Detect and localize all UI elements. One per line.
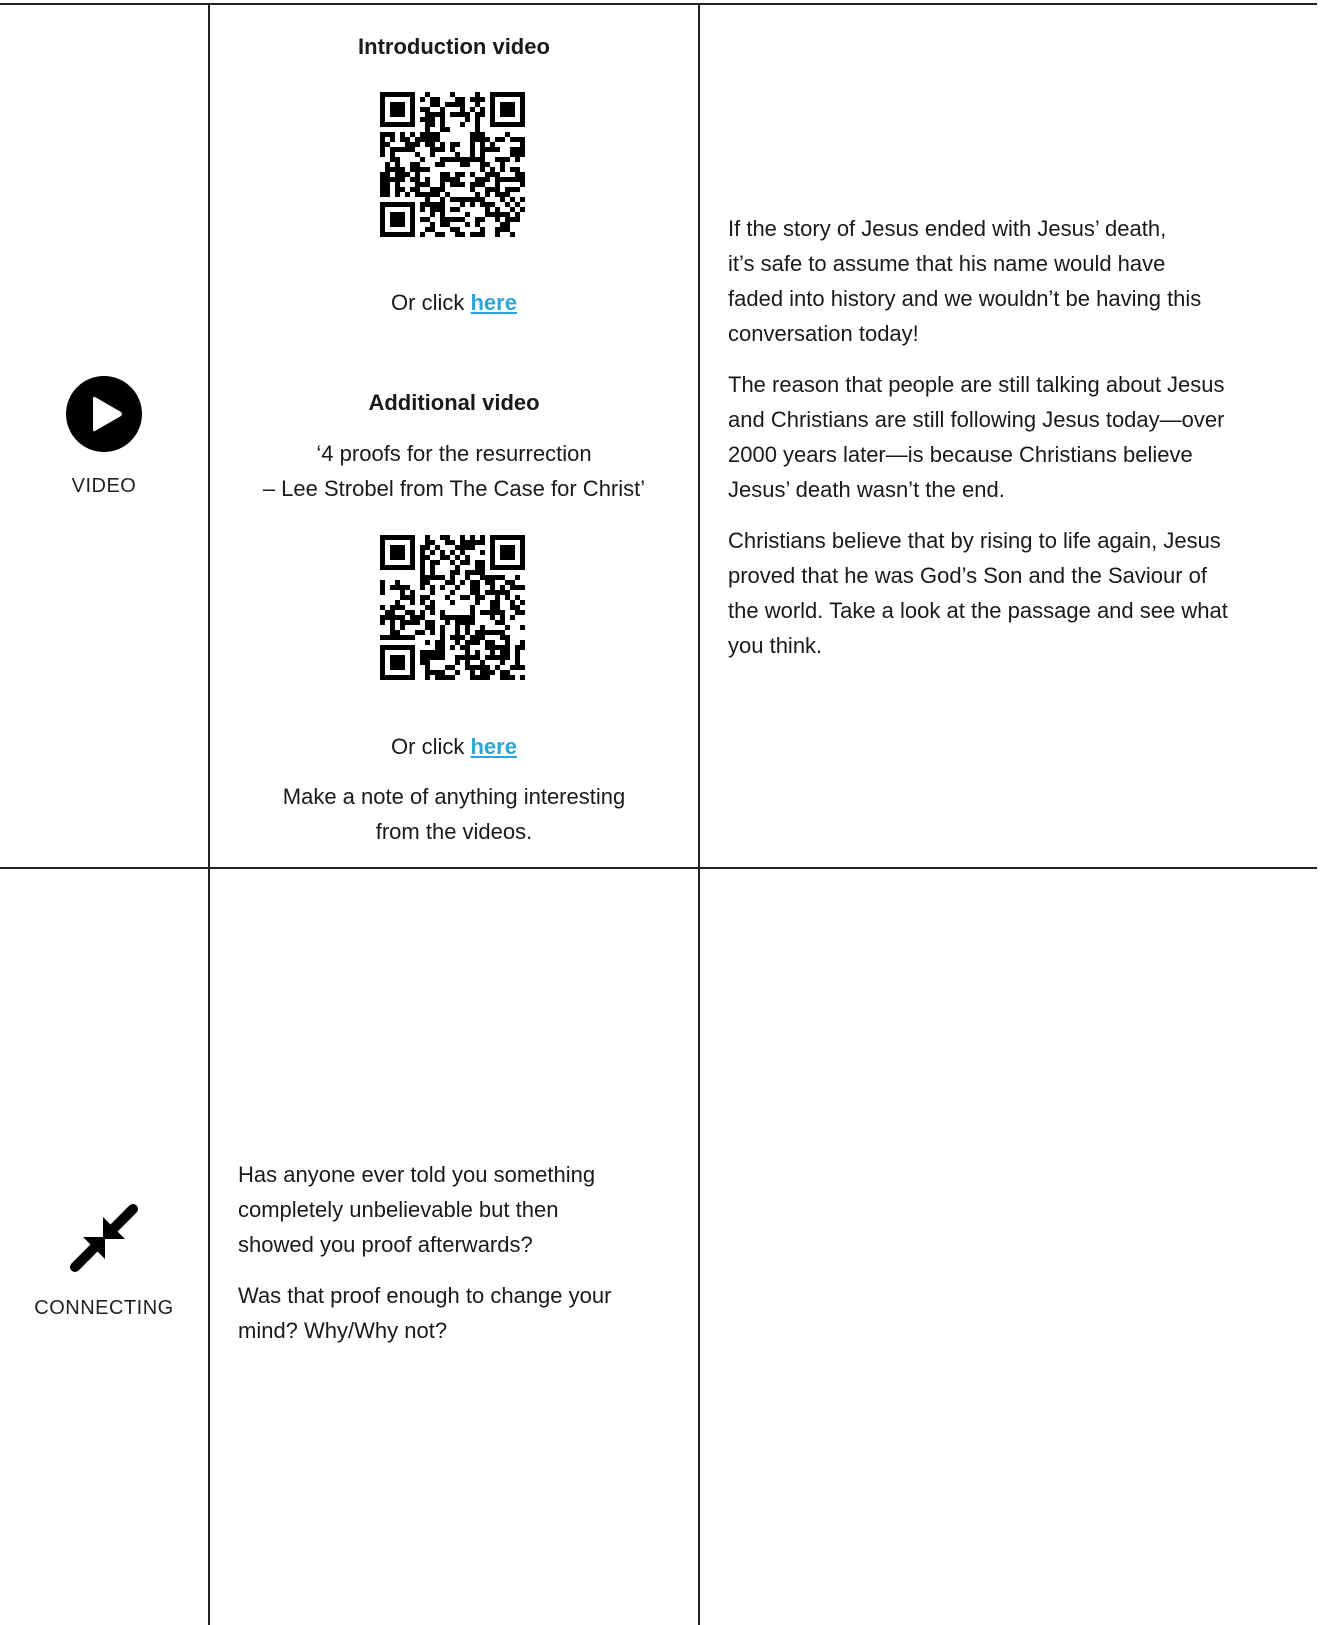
- video-label: VIDEO: [71, 474, 137, 497]
- connecting-label: CONNECTING: [34, 1296, 174, 1319]
- additional-click-prefix: Or click: [391, 734, 471, 759]
- note-text: Make a note of anything interesting from…: [210, 779, 698, 849]
- connecting-paragraph-1: Has anyone ever told you something compl…: [238, 1162, 596, 1257]
- qr-code-icon: [380, 92, 525, 237]
- intro-video-link[interactable]: here: [470, 290, 516, 315]
- video-paragraph-3: Christians believe that by rising to lif…: [728, 528, 1228, 658]
- note-line2: from the videos.: [375, 819, 533, 844]
- additional-video-heading: Additional video: [368, 390, 540, 415]
- video-paragraph-1: If the story of Jesus ended with Jesus’ …: [728, 216, 1202, 346]
- intro-click-line: Or click here: [210, 285, 698, 320]
- connecting-text-cell: Has anyone ever told you something compl…: [238, 1157, 688, 1364]
- video-media-cell: Introduction video Or click here Additio…: [210, 5, 698, 867]
- connecting-notes-cell: [700, 869, 1317, 1625]
- intro-video-heading: Introduction video: [358, 34, 550, 59]
- connecting-icon-cell: CONNECTING: [0, 1185, 208, 1335]
- arrows-converge-icon: [70, 1203, 138, 1272]
- intro-qr-code[interactable]: [380, 92, 525, 237]
- additional-title-line2: – Lee Strobel from The Case for Christ’: [262, 476, 646, 501]
- additional-video-link[interactable]: here: [470, 734, 516, 759]
- video-paragraph-2: The reason that people are still talking…: [728, 372, 1225, 502]
- additional-qr-code[interactable]: [380, 535, 525, 680]
- additional-video-title: ‘4 proofs for the resurrection – Lee Str…: [210, 436, 698, 506]
- connecting-paragraph-2: Was that proof enough to change your min…: [238, 1283, 612, 1343]
- qr-code-icon: [380, 535, 525, 680]
- play-circle-icon: [66, 375, 142, 452]
- video-text-cell: If the story of Jesus ended with Jesus’ …: [728, 211, 1308, 679]
- additional-title-line1: ‘4 proofs for the resurrection: [316, 441, 592, 466]
- additional-click-line: Or click here: [210, 729, 698, 764]
- note-line1: Make a note of anything interesting: [282, 784, 626, 809]
- intro-click-prefix: Or click: [391, 290, 471, 315]
- video-icon-cell: VIDEO: [0, 5, 208, 867]
